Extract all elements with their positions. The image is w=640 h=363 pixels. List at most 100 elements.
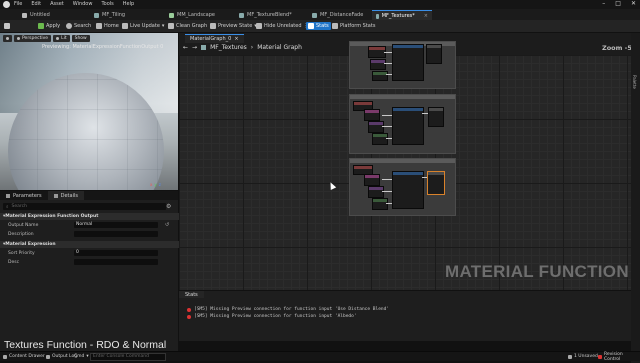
live-update-button[interactable]: Live Update ▾ [122, 22, 164, 30]
menu-tools[interactable]: Tools [101, 1, 113, 7]
apply-button[interactable]: Apply [38, 22, 60, 30]
comment-box[interactable] [349, 158, 456, 216]
node-wire [422, 113, 428, 114]
close-window-button[interactable]: ✕ [631, 0, 636, 7]
description-input[interactable] [74, 231, 158, 237]
tab-mm-landscape[interactable]: MM_Landscape [165, 10, 219, 20]
menu-help[interactable]: Help [123, 1, 134, 7]
tab-label: Stats [185, 291, 198, 298]
breadcrumb-item[interactable]: Material Graph [257, 44, 302, 51]
unsaved-button[interactable]: 1 Unsaved [568, 353, 598, 360]
search-button[interactable]: Search [66, 22, 91, 30]
hide-unrelated-label: Hide Unrelated [264, 23, 302, 29]
menu-bar: File Edit Asset Window Tools Help – □ ✕ [0, 0, 640, 9]
texture-sample-node[interactable] [392, 171, 424, 209]
save-button[interactable] [4, 22, 10, 30]
node-wire [384, 52, 392, 53]
graph-node[interactable] [372, 198, 388, 210]
tab-stats[interactable]: Stats [179, 291, 204, 298]
back-arrow-icon[interactable]: ← [183, 44, 188, 51]
palette-strip[interactable]: Palette [631, 33, 640, 363]
output-log-button[interactable]: Output Log [46, 353, 77, 360]
texture-sample-node[interactable] [392, 44, 424, 81]
desc-input[interactable] [74, 259, 158, 265]
preview-viewport[interactable] [0, 33, 178, 190]
maximize-button[interactable]: □ [615, 0, 621, 7]
graph-node[interactable] [372, 133, 388, 145]
lit-label: Lit [61, 36, 67, 41]
forward-arrow-icon[interactable]: → [192, 44, 197, 51]
comment-box[interactable] [349, 41, 456, 89]
material-function-icon [201, 45, 207, 50]
graph-node[interactable] [372, 71, 388, 81]
output-node[interactable] [426, 44, 442, 64]
viewport-menu-button[interactable] [3, 35, 12, 42]
stats-label: Stats [316, 23, 329, 29]
graph-node[interactable] [368, 121, 384, 133]
menu-window[interactable]: Window [73, 1, 93, 7]
content-drawer-button[interactable]: Content Drawer [3, 353, 45, 360]
chevron-down-icon: ▾ [161, 23, 165, 29]
reset-to-default-icon[interactable]: ↺ [165, 222, 169, 228]
axis-gizmo: x y z [150, 182, 161, 187]
breadcrumb: ← → MF_Textures › Material Graph [183, 44, 302, 51]
tab-untitled[interactable]: Untitled [18, 10, 54, 20]
comment-box[interactable] [349, 94, 456, 154]
hide-unrelated-button[interactable]: Hide Unrelated ⋮ [256, 22, 309, 30]
graph-node[interactable] [364, 109, 380, 121]
lit-button[interactable]: Lit [53, 35, 70, 42]
selected-output-node[interactable] [427, 171, 445, 195]
output-name-input[interactable]: Normal [74, 222, 158, 228]
sort-priority-input[interactable]: 0 [74, 250, 158, 256]
output-node[interactable] [428, 107, 444, 127]
close-tab-icon[interactable]: × [234, 36, 238, 42]
graph-node[interactable] [368, 186, 384, 198]
texture-sample-node[interactable] [392, 107, 424, 145]
perspective-button[interactable]: Perspective [14, 35, 52, 42]
details-tab-bar: Parameters Details [0, 191, 178, 200]
menu-file[interactable]: File [14, 1, 22, 7]
graph-node[interactable] [364, 174, 380, 186]
category-material-expression[interactable]: ▾ Material Expression [0, 241, 181, 248]
preview-state-icon [210, 23, 216, 29]
unsaved-label: 1 Unsaved [574, 354, 598, 359]
close-tab-icon[interactable]: × [424, 13, 428, 19]
home-icon [96, 23, 102, 29]
minimize-button[interactable]: – [602, 0, 605, 7]
tab-mf-tiling[interactable]: MF_Tiling [90, 10, 129, 20]
details-search-input[interactable]: ⌕ Search [3, 203, 166, 210]
breadcrumb-item[interactable]: MF_Textures [210, 44, 247, 51]
revision-control-label: Revision Control [603, 351, 623, 362]
material-icon [169, 12, 174, 18]
stats-message: [SM5] Missing Preview connection for fun… [187, 307, 389, 312]
category-function-output[interactable]: ▾ Material Expression Function Output [0, 213, 181, 220]
hide-unrelated-icon [256, 23, 262, 29]
comment-header [350, 159, 455, 163]
axis-x-label: x [150, 182, 153, 187]
live-update-label: Live Update [130, 23, 160, 29]
search-placeholder: Search [11, 204, 27, 209]
palette-label[interactable]: Palette [632, 75, 637, 89]
save-icon [4, 23, 10, 29]
node-wire [382, 115, 392, 116]
tab-parameters[interactable]: Parameters [0, 191, 48, 200]
home-button[interactable]: Home [96, 22, 119, 30]
stats-message: [SM5] Missing Preview connection for fun… [187, 314, 357, 319]
tab-details[interactable]: Details [47, 191, 84, 200]
tab-mf-textureblend[interactable]: MF_TextureBlend* [235, 10, 296, 20]
platform-stats-label: Platform Stats [340, 23, 376, 29]
tab-material-graph[interactable]: MaterialGraph_0 × [185, 34, 244, 43]
platform-stats-button[interactable]: Platform Stats [332, 22, 375, 30]
revision-control-button[interactable]: Revision Control [598, 351, 640, 362]
preview-state-button[interactable]: Preview State ▾ [210, 22, 257, 30]
tab-label: MaterialGraph_0 [190, 36, 232, 42]
menu-asset[interactable]: Asset [50, 1, 64, 7]
cmd-dropdown[interactable]: Cmd ▾ [74, 353, 89, 360]
graph-node[interactable] [370, 59, 386, 70]
tab-mf-distancefade[interactable]: MF_DistanceFade [308, 10, 367, 20]
stats-button[interactable]: Stats [306, 22, 331, 30]
clean-graph-button[interactable]: Clean Graph [168, 22, 207, 30]
settings-gear-icon[interactable]: ⚙ [166, 203, 171, 210]
show-button[interactable]: Show [71, 35, 90, 42]
menu-edit[interactable]: Edit [31, 1, 41, 7]
